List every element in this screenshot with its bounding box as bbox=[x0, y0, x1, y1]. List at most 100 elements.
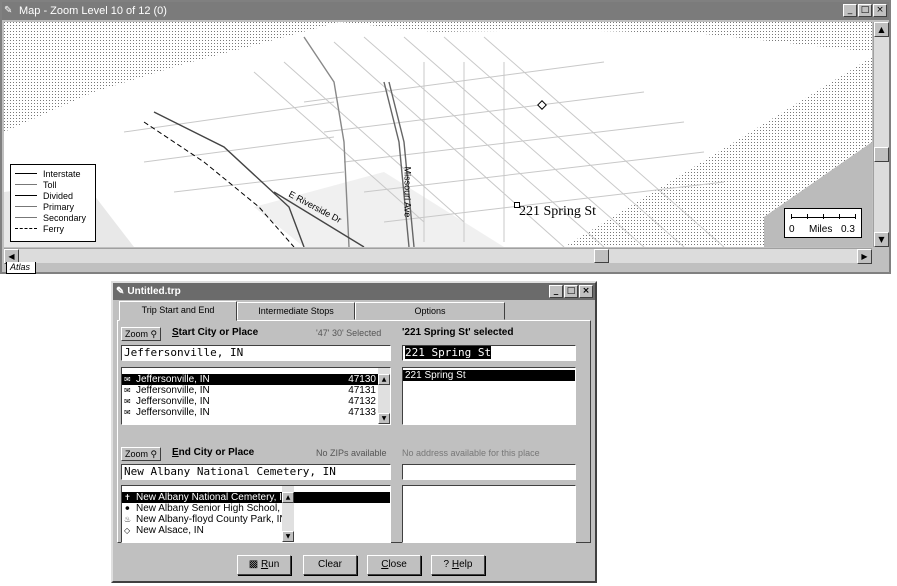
town-icon: ◇ bbox=[124, 526, 131, 535]
list-item[interactable]: ✉ Jeffersonville, IN 47130 bbox=[122, 374, 390, 385]
tab-options[interactable]: Options bbox=[355, 302, 505, 320]
county-boundary bbox=[143, 121, 295, 247]
address-map-label: 221 Spring St bbox=[519, 204, 597, 219]
end-city-field[interactable]: New Albany National Cemetery, IN bbox=[121, 464, 391, 480]
list-item[interactable]: ♨ New Albany-floyd County Park, IN bbox=[122, 514, 390, 525]
clear-button[interactable]: Clear bbox=[303, 555, 357, 575]
list-item[interactable]: ✉ Jeffersonville, IN 47132 bbox=[122, 396, 390, 407]
list-item-name: New Albany National Cemetery, IN bbox=[136, 492, 290, 503]
map-scale: 0 Miles 0.3 bbox=[784, 208, 862, 238]
vertical-scroll-thumb[interactable] bbox=[874, 147, 889, 162]
legend-line bbox=[15, 184, 37, 185]
start-city-list[interactable]: ✉ Jeffersonville, IN 47130 ✉ Jeffersonville… bbox=[121, 367, 391, 425]
dialog-button-row: ▩ Run Clear Close ? Help bbox=[113, 555, 595, 577]
dialog-close-button[interactable]: × bbox=[579, 285, 593, 298]
list-scroll-up-icon[interactable]: ▲ bbox=[378, 374, 390, 385]
list-item[interactable]: ◇ New Alsace, IN bbox=[122, 525, 390, 536]
legend-row: Secondary bbox=[15, 212, 91, 223]
legend-line bbox=[15, 206, 37, 207]
end-list-scrollbar[interactable]: ▲ ▼ bbox=[282, 486, 294, 542]
start-zoom-label: Zoom bbox=[125, 329, 149, 339]
list-scroll-down-icon[interactable]: ▼ bbox=[282, 531, 294, 542]
trip-start-end-panel: Zoom ⚲ Start City or Place '47' 30' Sele… bbox=[117, 320, 591, 543]
map-titlebar[interactable]: ✎ Map - Zoom Level 10 of 12 (0) _ □ × bbox=[2, 2, 889, 20]
start-zoom-button[interactable]: Zoom ⚲ bbox=[121, 327, 162, 341]
legend-label: Divided bbox=[43, 190, 74, 201]
list-item-name: New Albany Senior High School, IN bbox=[136, 503, 293, 514]
end-address-field[interactable] bbox=[402, 464, 576, 480]
map-horizontal-scrollbar[interactable]: ◀ ▶ bbox=[4, 248, 872, 264]
zip-icon: ✉ bbox=[124, 397, 131, 406]
list-item-name: New Albany-floyd County Park, IN bbox=[136, 514, 287, 525]
end-zoom-button[interactable]: Zoom ⚲ bbox=[121, 447, 162, 461]
river-area-left bbox=[4, 22, 339, 132]
legend-line bbox=[15, 195, 37, 196]
end-address-list[interactable] bbox=[402, 485, 576, 543]
start-list-scrollbar[interactable]: ▲ ▼ bbox=[378, 368, 390, 424]
close-dialog-button[interactable]: Close bbox=[367, 555, 421, 575]
run-button[interactable]: ▩ Run bbox=[237, 555, 291, 575]
map-drawing bbox=[4, 22, 872, 247]
map-app-icon: ✎ bbox=[4, 5, 13, 16]
list-item[interactable]: ✉ Jeffersonville, IN 47131 bbox=[122, 385, 390, 396]
list-item-name: Jeffersonville, IN bbox=[136, 396, 210, 407]
scroll-up-icon[interactable]: ▲ bbox=[874, 22, 889, 37]
address-list-item[interactable]: 221 Spring St bbox=[403, 370, 575, 381]
tab-intermediate-stops[interactable]: Intermediate Stops bbox=[237, 302, 355, 320]
legend-label: Toll bbox=[43, 179, 57, 190]
map-poi-marker bbox=[537, 100, 547, 110]
river-area-top bbox=[339, 22, 872, 52]
scroll-right-icon[interactable]: ▶ bbox=[857, 249, 872, 264]
school-icon: ⚫ bbox=[124, 504, 131, 513]
legend-row: Divided bbox=[15, 190, 91, 201]
street-label-missouri: Missouri Ave bbox=[402, 166, 413, 218]
list-scroll-up-icon[interactable]: ▲ bbox=[282, 492, 294, 503]
maximize-button[interactable]: □ bbox=[858, 4, 872, 17]
zip-icon: ✉ bbox=[124, 386, 131, 395]
legend-row: Interstate bbox=[15, 168, 91, 179]
dialog-titlebar[interactable]: ✎ Untitled.trp _ □ × bbox=[113, 283, 595, 300]
start-city-label: Start City or Place bbox=[172, 327, 259, 338]
scroll-down-icon[interactable]: ▼ bbox=[874, 232, 889, 247]
list-scroll-down-icon[interactable]: ▼ bbox=[378, 413, 390, 424]
park-icon: ♨ bbox=[124, 515, 132, 524]
list-item-name: Jeffersonville, IN bbox=[136, 407, 210, 418]
help-button[interactable]: ? Help bbox=[431, 555, 485, 575]
map-legend: Interstate Toll Divided Primary Secondar… bbox=[10, 164, 96, 242]
trip-dialog: ✎ Untitled.trp _ □ × Trip Start and End … bbox=[111, 281, 597, 583]
zoom-icon: ⚲ bbox=[150, 449, 158, 459]
tab-trip-start-end[interactable]: Trip Start and End bbox=[119, 301, 237, 321]
start-city-field[interactable]: Jeffersonville, IN bbox=[121, 345, 391, 361]
start-address-list[interactable]: 221 Spring St bbox=[402, 367, 576, 425]
start-selected-count: '47' 30' Selected bbox=[316, 328, 382, 338]
list-item[interactable]: ✉ Jeffersonville, IN 47133 bbox=[122, 407, 390, 418]
end-city-label: End City or Place bbox=[172, 447, 255, 458]
close-button[interactable]: × bbox=[873, 4, 887, 17]
list-item[interactable]: ⚫ New Albany Senior High School, IN bbox=[122, 503, 390, 514]
map-window: ✎ Map - Zoom Level 10 of 12 (0) _ □ × In… bbox=[0, 0, 891, 274]
dialog-title: Untitled.trp bbox=[127, 286, 181, 297]
tab-atlas[interactable]: Atlas bbox=[6, 262, 36, 274]
dialog-maximize-button[interactable]: □ bbox=[564, 285, 578, 298]
horizontal-scroll-thumb[interactable] bbox=[594, 249, 609, 263]
list-item[interactable]: ✝ New Albany National Cemetery, IN bbox=[122, 492, 390, 503]
start-address-field[interactable]: 221 Spring St bbox=[402, 345, 576, 361]
legend-row: Primary bbox=[15, 201, 91, 212]
legend-row: Ferry bbox=[15, 223, 91, 234]
trip-app-icon: ✎ bbox=[116, 286, 125, 297]
scale-zero: 0 bbox=[789, 224, 795, 235]
end-zoom-label: Zoom bbox=[125, 449, 149, 459]
zoom-icon: ⚲ bbox=[150, 329, 158, 339]
dialog-minimize-button[interactable]: _ bbox=[549, 285, 563, 298]
legend-line bbox=[15, 228, 37, 229]
legend-label: Ferry bbox=[43, 223, 64, 234]
start-address-status: '221 Spring St' selected bbox=[402, 327, 514, 338]
map-window-title: Map - Zoom Level 10 of 12 (0) bbox=[19, 5, 167, 17]
map-canvas[interactable]: Interstate Toll Divided Primary Secondar… bbox=[4, 22, 872, 247]
map-vertical-scrollbar[interactable]: ▲ ▼ bbox=[873, 22, 889, 247]
minimize-button[interactable]: _ bbox=[843, 4, 857, 17]
end-place-list[interactable]: ✝ New Albany National Cemetery, IN ⚫ New A… bbox=[121, 485, 391, 543]
list-item-name: Jeffersonville, IN bbox=[136, 374, 210, 385]
list-item-zip: 47132 bbox=[348, 396, 376, 407]
legend-label: Primary bbox=[43, 201, 74, 212]
